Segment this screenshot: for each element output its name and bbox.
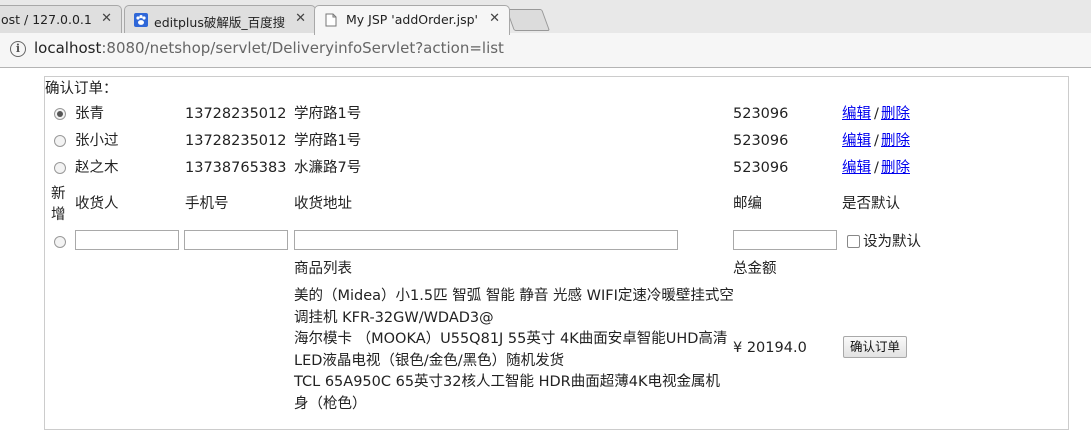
address-path: :8080/netshop/servlet/DeliveryinfoServle…: [101, 39, 504, 57]
page-icon: [325, 13, 337, 27]
receiver-phone: 13728235012: [185, 106, 287, 122]
phone-input[interactable]: [184, 230, 288, 250]
header-zip: 邮编: [733, 196, 762, 212]
tab-title: editplus破解版_百度搜索: [154, 15, 286, 30]
product-item: 海尔模卡 （MOOKA）U55Q81J 55英寸 4K曲面安卓智能UHD高清LE…: [294, 331, 728, 369]
receiver-zip: 523096: [733, 106, 789, 122]
receiver-zip: 523096: [733, 133, 789, 149]
receiver-phone: 13728235012: [185, 133, 287, 149]
link-separator: /: [874, 133, 879, 149]
product-list: 美的（Midea）小1.5匹 智弧 智能 静音 光感 WIFI定速冷暖壁挂式空调…: [294, 286, 734, 415]
header-default: 是否默认: [842, 196, 900, 212]
product-item: TCL 65A950C 65英寸32核人工智能 HDR曲面超薄4K电视金属机身（…: [294, 374, 720, 412]
order-form: 确认订单： 张青 13728235012 学府路1号 523096 编辑 / 删…: [44, 76, 1069, 430]
new-address-radio[interactable]: [54, 236, 66, 248]
new-tab-button[interactable]: [505, 9, 551, 31]
set-default-label: 设为默认: [863, 234, 921, 250]
set-default-checkbox[interactable]: [847, 235, 860, 248]
header-receiver: 收货人: [75, 196, 119, 212]
header-address: 收货地址: [294, 196, 352, 212]
baidu-paw-icon: [134, 13, 148, 27]
close-icon[interactable]: ✕: [489, 11, 500, 26]
receiver-name: 赵之木: [75, 160, 119, 176]
address-radio[interactable]: [54, 135, 66, 147]
receiver-phone: 13738765383: [185, 160, 287, 176]
receiver-address: 水濂路7号: [294, 160, 362, 176]
delete-link[interactable]: 删除: [881, 132, 910, 150]
receiver-input[interactable]: [75, 230, 179, 250]
tab-phpmyadmin[interactable]: ost / 127.0.0.1 / r ✕: [0, 5, 122, 34]
delete-link[interactable]: 删除: [881, 105, 910, 123]
info-icon[interactable]: i: [10, 41, 26, 57]
products-header: 商品列表: [294, 261, 352, 277]
edit-link[interactable]: 编辑: [842, 159, 871, 177]
receiver-name: 张青: [75, 106, 104, 122]
tab-strip: ost / 127.0.0.1 / r ✕ editplus破解版_百度搜索 ✕…: [0, 0, 1091, 35]
toolbar: i localhost:8080/netshop/servlet/Delivery…: [0, 33, 1091, 68]
receiver-address: 学府路1号: [294, 133, 362, 149]
header-phone: 手机号: [185, 196, 229, 212]
address-input[interactable]: [294, 230, 678, 250]
address-bar[interactable]: i localhost:8080/netshop/servlet/Delivery…: [10, 39, 504, 57]
tab-title: ost / 127.0.0.1 / r: [1, 12, 91, 27]
zip-input[interactable]: [733, 230, 837, 250]
new-label: 新: [51, 186, 66, 202]
tab-baidu-search[interactable]: editplus破解版_百度搜索 ✕: [124, 5, 316, 34]
edit-link[interactable]: 编辑: [842, 105, 871, 123]
tab-add-order[interactable]: My JSP 'addOrder.jsp' s ✕: [314, 5, 510, 35]
close-icon[interactable]: ✕: [295, 11, 306, 26]
confirm-order-button[interactable]: 确认订单: [843, 336, 908, 358]
tab-title: My JSP 'addOrder.jsp' s: [346, 12, 482, 27]
receiver-zip: 523096: [733, 160, 789, 176]
address-radio[interactable]: [54, 162, 66, 174]
close-icon[interactable]: ✕: [101, 11, 112, 26]
link-separator: /: [874, 160, 879, 176]
edit-link[interactable]: 编辑: [842, 132, 871, 150]
total-amount: ¥ 20194.0: [733, 340, 807, 356]
receiver-address: 学府路1号: [294, 106, 362, 122]
address-radio[interactable]: [54, 108, 66, 120]
page-heading: 确认订单：: [45, 81, 118, 97]
link-separator: /: [874, 106, 879, 122]
product-item: 美的（Midea）小1.5匹 智弧 智能 静音 光感 WIFI定速冷暖壁挂式空调…: [294, 288, 734, 326]
receiver-name: 张小过: [75, 133, 119, 149]
address-host: localhost: [34, 39, 102, 57]
delete-link[interactable]: 删除: [881, 159, 910, 177]
new-label: 增: [51, 207, 66, 223]
total-header: 总金额: [733, 261, 777, 277]
